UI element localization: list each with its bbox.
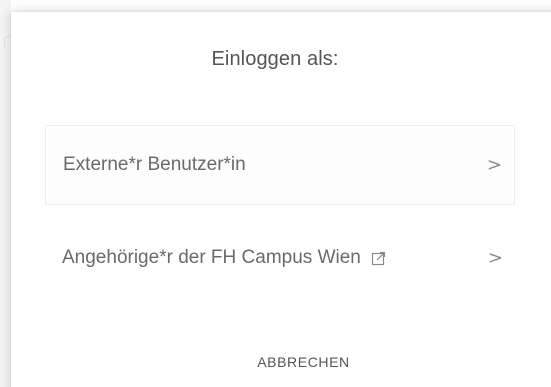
login-dialog: Einloggen als: Externe*r Benutzer*in > A…: [11, 12, 551, 387]
background-decoration: [4, 36, 11, 49]
option-label-text: Angehörige*r der FH Campus Wien: [62, 247, 361, 268]
login-option-campus-member[interactable]: Angehörige*r der FH Campus Wien >: [45, 218, 515, 298]
chevron-right-icon: >: [487, 247, 503, 269]
external-link-icon: [371, 251, 385, 266]
login-page: Einloggen als: Externe*r Benutzer*in > A…: [0, 0, 551, 387]
login-option-external-user[interactable]: Externe*r Benutzer*in >: [45, 125, 515, 205]
chevron-right-icon: >: [486, 154, 502, 176]
dialog-title: Einloggen als:: [211, 48, 339, 70]
option-label: Angehörige*r der FH Campus Wien: [45, 247, 387, 269]
option-label: Externe*r Benutzer*in: [63, 154, 246, 175]
background-page: [0, 0, 11, 387]
cancel-button[interactable]: ABBRECHEN: [11, 354, 551, 370]
